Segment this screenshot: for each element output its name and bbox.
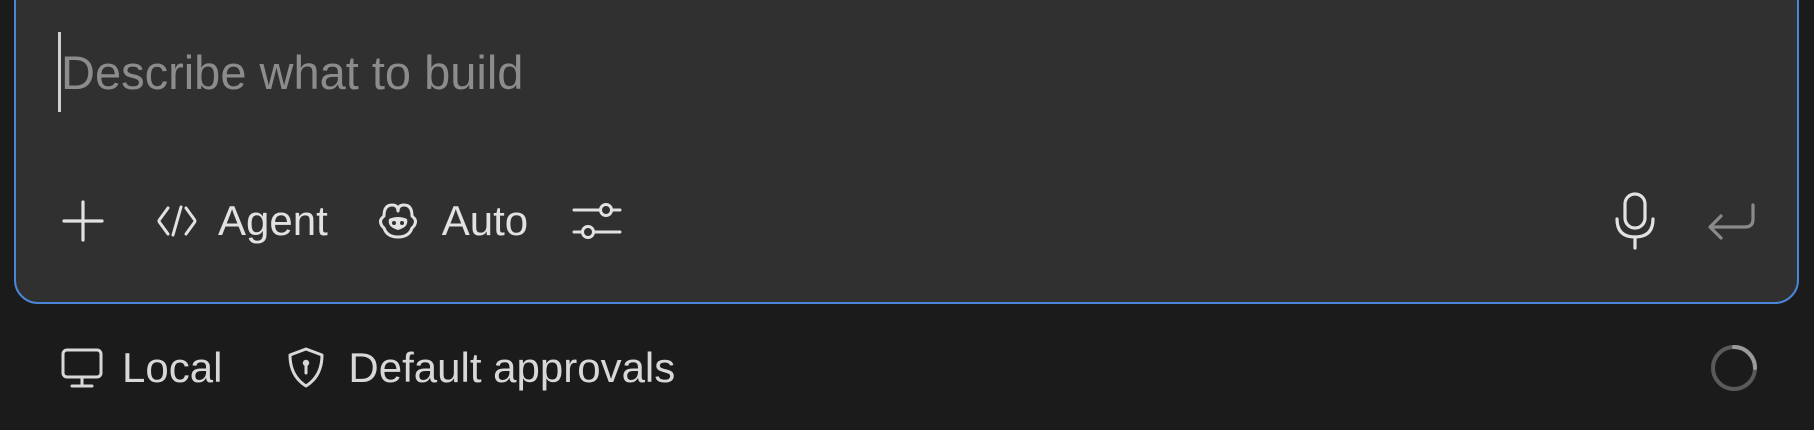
- enter-return-icon: [1708, 203, 1755, 240]
- model-selector-button[interactable]: Auto: [376, 191, 528, 251]
- sliders-icon: [572, 203, 622, 239]
- loading-spinner-icon: [1711, 345, 1757, 391]
- submit-button[interactable]: [1705, 191, 1757, 251]
- plus-icon: [62, 200, 104, 242]
- prompt-composer[interactable]: Agent Auto: [14, 0, 1799, 304]
- add-button[interactable]: [60, 191, 120, 251]
- microphone-icon: [1615, 192, 1655, 250]
- settings-button[interactable]: [572, 191, 622, 251]
- model-label: Auto: [441, 197, 529, 244]
- environment-selector[interactable]: Local: [60, 344, 222, 392]
- environment-label: Local: [122, 344, 223, 391]
- status-indicator: [1708, 342, 1760, 394]
- mode-label: Agent: [218, 197, 328, 244]
- approvals-label: Default approvals: [348, 344, 676, 391]
- microphone-button[interactable]: [1613, 191, 1657, 251]
- mode-selector-button[interactable]: Agent: [156, 191, 328, 251]
- composer-toolbar: Agent Auto: [60, 186, 1757, 256]
- prompt-row[interactable]: [58, 32, 1757, 112]
- agent-code-icon: [157, 205, 197, 237]
- approvals-selector[interactable]: Default approvals: [286, 344, 675, 392]
- monitor-icon: [61, 348, 103, 388]
- robot-icon: [378, 203, 417, 239]
- shield-icon: [288, 347, 324, 388]
- status-bar: Local Default approvals: [60, 336, 1760, 400]
- prompt-input[interactable]: [61, 44, 1261, 100]
